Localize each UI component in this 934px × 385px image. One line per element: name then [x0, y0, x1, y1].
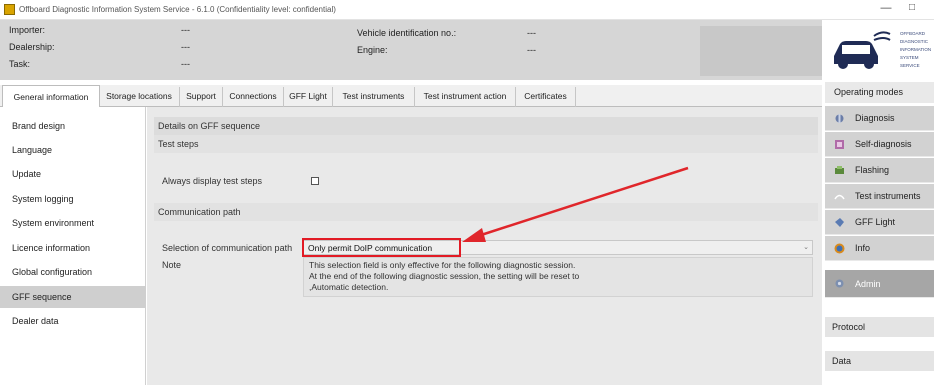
info-icon — [834, 243, 845, 254]
mode-info[interactable]: Info — [825, 236, 934, 261]
mode-self-diagnosis[interactable]: Self-diagnosis — [825, 132, 934, 157]
mode-label: Test instruments — [855, 191, 921, 201]
admin-icon — [835, 279, 844, 288]
diagnosis-icon — [835, 114, 844, 123]
mode-test-instruments[interactable]: Test instruments — [825, 184, 934, 209]
mode-diagnosis[interactable]: Diagnosis — [825, 106, 934, 131]
mode-gff-light[interactable]: GFF Light — [825, 210, 934, 235]
mode-label: Self-diagnosis — [855, 139, 912, 149]
self-diagnosis-icon — [835, 140, 844, 149]
operating-modes-header: Operating modes — [825, 82, 934, 103]
mode-flashing[interactable]: Flashing — [825, 158, 934, 183]
test-instruments-icon — [834, 194, 845, 200]
mode-label: GFF Light — [855, 217, 896, 227]
red-arrow-annotation — [462, 166, 689, 242]
mode-label: Info — [855, 243, 871, 253]
gff-light-icon — [835, 218, 844, 227]
mode-label: Admin — [855, 279, 881, 289]
mode-label: Flashing — [855, 165, 890, 175]
protocol-header[interactable]: Protocol — [825, 317, 934, 337]
data-header[interactable]: Data — [825, 351, 934, 371]
mode-label: Diagnosis — [855, 113, 895, 123]
mode-admin[interactable]: Admin — [825, 270, 934, 298]
flashing-icon — [835, 166, 844, 174]
